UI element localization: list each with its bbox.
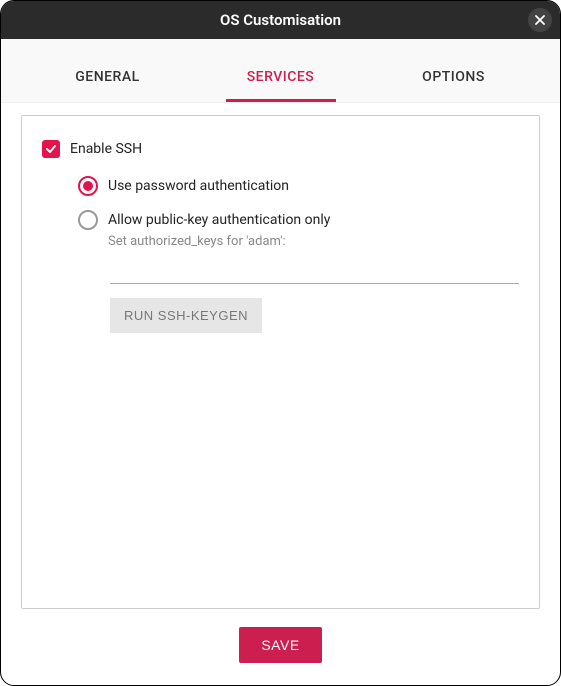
- save-button[interactable]: SAVE: [239, 627, 321, 663]
- tabs-bar: GENERAL SERVICES OPTIONS: [1, 39, 560, 103]
- close-button[interactable]: [528, 8, 552, 32]
- tabs: GENERAL SERVICES OPTIONS: [21, 39, 540, 102]
- window-title: OS Customisation: [220, 11, 341, 29]
- enable-ssh-checkbox[interactable]: [42, 140, 60, 158]
- radio-row-password: Use password authentication: [78, 176, 519, 196]
- dialog-window: OS Customisation GENERAL SERVICES OPTION…: [0, 0, 561, 686]
- checkmark-icon: [45, 143, 57, 155]
- radio-row-pubkey: Allow public-key authentication only Set…: [78, 210, 519, 249]
- tab-general[interactable]: GENERAL: [53, 59, 163, 102]
- close-icon: [535, 15, 545, 25]
- authorized-keys-area: RUN SSH-KEYGEN: [110, 263, 519, 333]
- radio-pubkey-auth[interactable]: [78, 210, 98, 230]
- dialog-footer: SAVE: [21, 609, 540, 685]
- authorized-keys-input[interactable]: [110, 264, 519, 284]
- radio-password-label: Use password authentication: [108, 176, 289, 196]
- radio-pubkey-text: Allow public-key authentication only Set…: [108, 210, 330, 249]
- radio-pubkey-label: Allow public-key authentication only: [108, 210, 330, 230]
- radio-dot-icon: [83, 181, 93, 191]
- enable-ssh-row: Enable SSH: [42, 140, 519, 158]
- radio-password-auth[interactable]: [78, 176, 98, 196]
- content-wrap: Enable SSH Use password authentication A…: [1, 103, 560, 685]
- run-ssh-keygen-button[interactable]: RUN SSH-KEYGEN: [110, 298, 262, 333]
- tab-services[interactable]: SERVICES: [226, 59, 336, 102]
- titlebar: OS Customisation: [1, 1, 560, 39]
- authorized-keys-hint: Set authorized_keys for 'adam':: [108, 234, 330, 249]
- tab-options[interactable]: OPTIONS: [399, 59, 509, 102]
- ssh-auth-radio-group: Use password authentication Allow public…: [78, 176, 519, 249]
- services-panel: Enable SSH Use password authentication A…: [21, 115, 540, 609]
- enable-ssh-label: Enable SSH: [70, 141, 142, 157]
